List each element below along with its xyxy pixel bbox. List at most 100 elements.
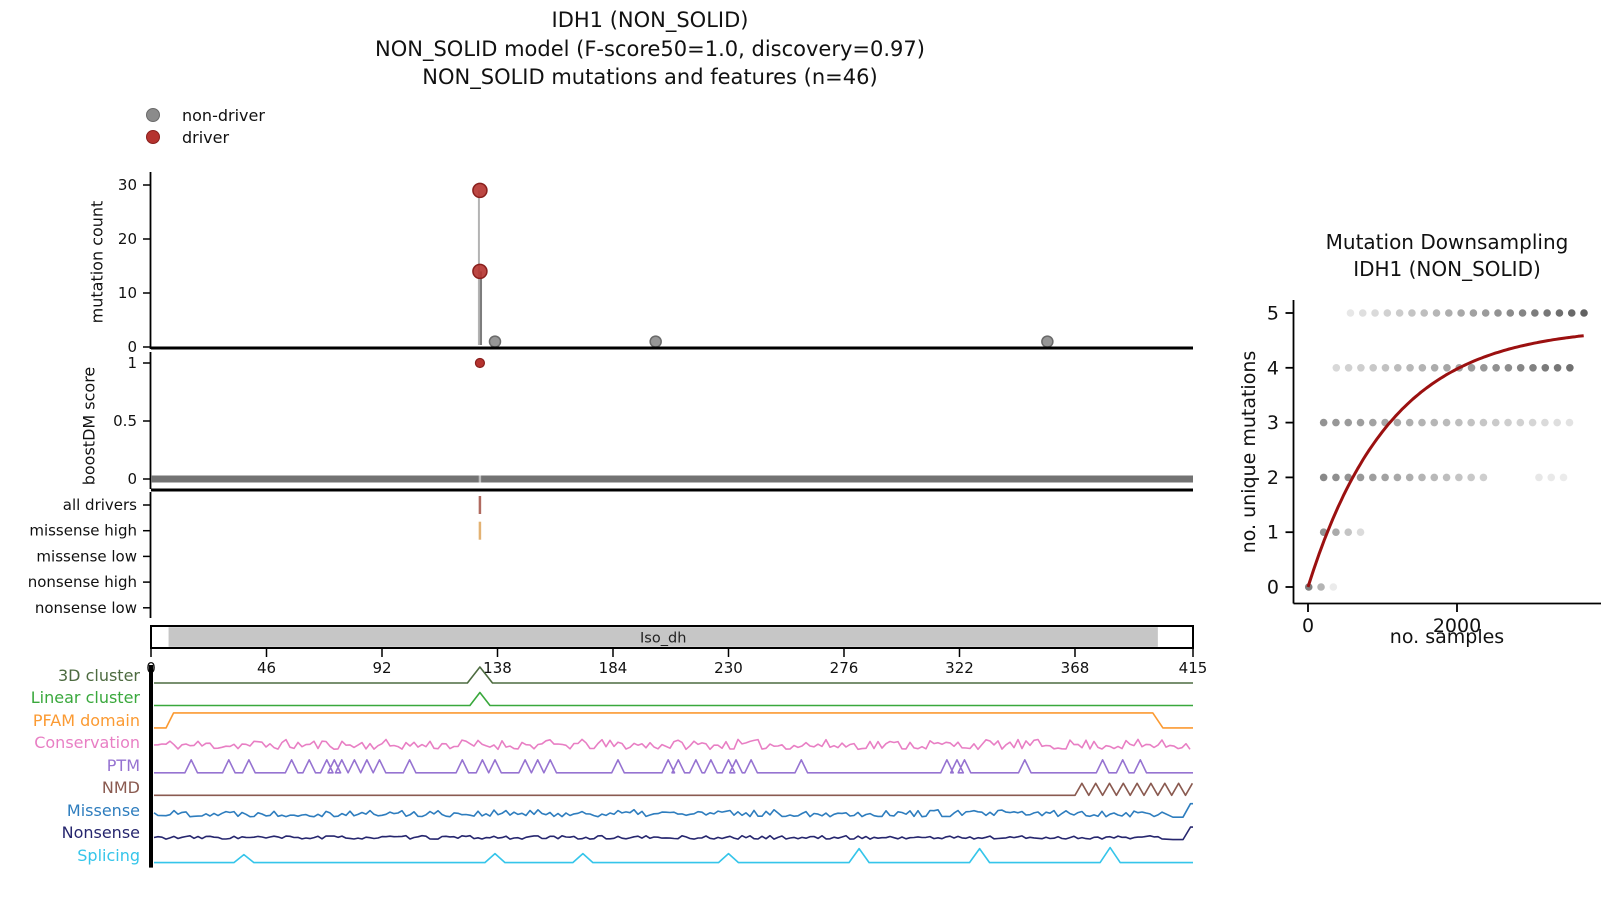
x-axis-tick-label: 322 (945, 659, 974, 677)
non-driver-point (1041, 335, 1054, 348)
ds-dot (1332, 528, 1340, 536)
ds-dot (1393, 473, 1402, 482)
ds-dot (1457, 309, 1465, 317)
ds-dot (1393, 364, 1402, 372)
ds-dot (1432, 309, 1441, 317)
tracks-row-label: missense low (36, 547, 137, 565)
needle-ytick-label: 10 (118, 284, 137, 302)
feature-track-pfam-domain (154, 712, 1193, 729)
feature-row-axis (149, 732, 153, 756)
x-axis-tick-label: 184 (599, 659, 628, 677)
feature-row-axis (149, 822, 153, 846)
ds-dot (1371, 309, 1379, 317)
ds-dot (1332, 418, 1340, 427)
ds-dot (1381, 364, 1390, 372)
x-axis-tick-label: 92 (372, 659, 391, 677)
ds-dot (1381, 473, 1389, 482)
feature-track-conservation (153, 738, 1191, 751)
ds-dot (1332, 364, 1341, 372)
x-axis-tick-label: 46 (257, 659, 276, 677)
ds-dot (1346, 309, 1355, 317)
feature-row-axis (149, 754, 153, 778)
ds-dot (1491, 418, 1500, 427)
ds-dot (1430, 418, 1439, 427)
ds-dot (1369, 418, 1377, 427)
ds-xtick-label: 2000 (1433, 615, 1481, 637)
ds-dot (1528, 418, 1537, 427)
ds-xtick-label: 0 (1302, 615, 1314, 637)
ds-dot (1531, 309, 1539, 317)
needle-ytick-label: 20 (118, 230, 137, 248)
tracks-row-label: missense high (29, 522, 137, 540)
x-axis-tick-label: 230 (714, 659, 743, 677)
feature-track-nmd (154, 782, 1194, 797)
plot-canvas: 010203000.51all driversmissense highmiss… (28, 172, 1601, 868)
feature-track-missense (153, 802, 1193, 819)
ds-dot (1357, 364, 1365, 372)
domain-label: Iso_dh (640, 631, 686, 647)
ds-dot (1329, 583, 1338, 591)
boostdm-ytick-label: 0 (127, 470, 137, 488)
boostdm-ytick-label: 0.5 (113, 412, 137, 430)
feature-track-splicing (154, 846, 1193, 864)
panel-divider (151, 346, 1193, 350)
ds-dot (1535, 473, 1543, 482)
ds-dot (1395, 309, 1404, 317)
panel-divider (151, 488, 1193, 492)
ds-dot (1344, 418, 1353, 427)
boostdm-driver-point (474, 357, 486, 369)
ds-dot (1516, 418, 1525, 427)
ds-dot (1469, 309, 1478, 317)
boostdm-band-notch (478, 475, 482, 483)
ds-dot (1418, 473, 1426, 482)
ds-dot (1566, 364, 1574, 372)
ds-dot (1405, 418, 1414, 427)
tracks-row-label: nonsense high (28, 573, 137, 591)
ds-dot (1442, 473, 1451, 482)
x-axis-tick-label: 368 (1061, 659, 1090, 677)
ds-ytick-label: 2 (1267, 467, 1279, 489)
ds-dot (1408, 309, 1416, 317)
feature-row-axis (149, 799, 153, 823)
ds-dot (1543, 309, 1551, 317)
ds-dot (1369, 364, 1377, 372)
ds-dot (1567, 309, 1576, 317)
feature-row-axis (149, 687, 153, 711)
ds-dot (1317, 583, 1325, 591)
ds-dot (1455, 418, 1463, 427)
needle-ytick-label: 30 (118, 176, 137, 194)
ds-dot (1494, 309, 1502, 317)
ds-dot (1504, 364, 1513, 372)
feature-row-axis (149, 709, 153, 733)
ds-dot (1356, 418, 1365, 427)
ds-dot (1430, 473, 1439, 482)
ds-dot (1541, 418, 1549, 427)
feature-row-axis (149, 844, 153, 868)
ds-dot (1445, 309, 1453, 317)
ds-ytick-label: 0 (1267, 577, 1279, 599)
ds-dot (1383, 309, 1392, 317)
ds-dot (1553, 364, 1562, 372)
ds-dot (1344, 364, 1353, 372)
ds-dot (1369, 473, 1377, 482)
ds-dot (1332, 473, 1340, 482)
ds-dot (1405, 473, 1414, 482)
ds-dot (1547, 473, 1556, 482)
non-driver-point (649, 335, 662, 348)
ds-dot (1479, 418, 1488, 427)
ds-dot (1418, 364, 1427, 372)
ds-dot (1443, 364, 1451, 372)
ds-fit-curve (1306, 334, 1584, 588)
feature-track-nonsense (153, 826, 1193, 841)
ds-dot (1480, 364, 1488, 372)
ds-dot (1529, 364, 1537, 372)
driver-point (472, 263, 488, 280)
ds-dot (1406, 364, 1414, 372)
ds-dot (1319, 473, 1328, 482)
ds-dot (1467, 473, 1475, 482)
x-axis-tick-label: 415 (1179, 659, 1208, 677)
ds-dot (1442, 418, 1451, 427)
ds-dot (1418, 418, 1426, 427)
ds-dot (1356, 528, 1365, 536)
ds-ytick-label: 3 (1267, 412, 1279, 434)
